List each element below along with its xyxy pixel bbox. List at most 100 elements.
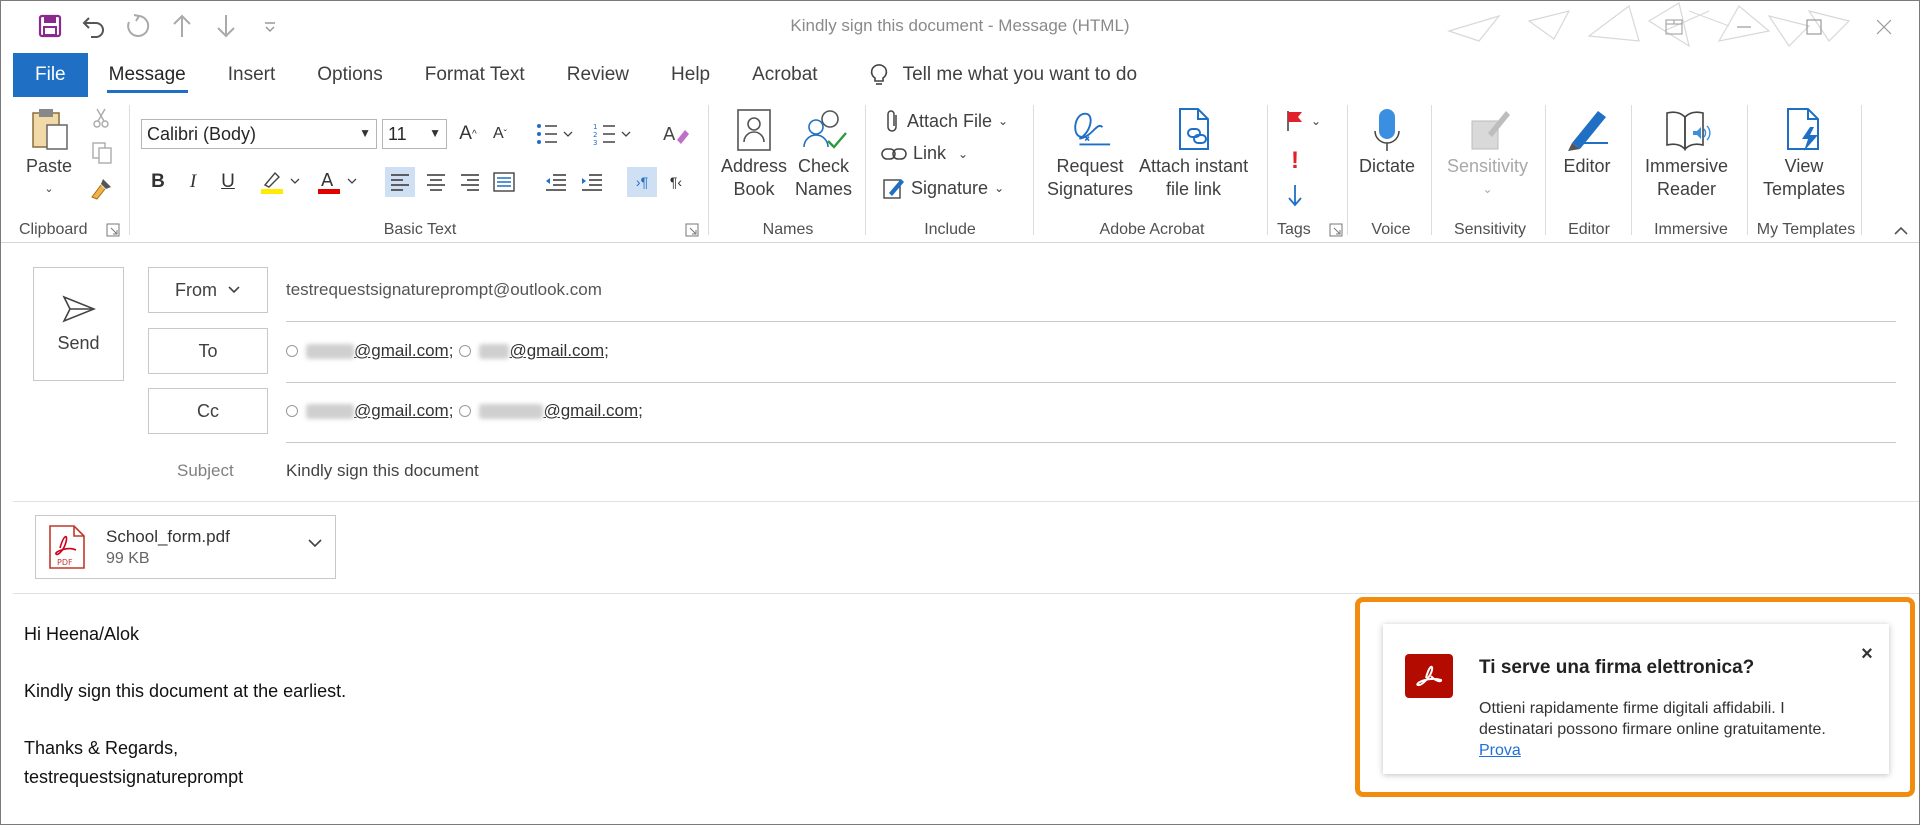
justify-icon[interactable] <box>489 167 519 197</box>
align-right-icon[interactable] <box>455 167 485 197</box>
ltr-paragraph-icon[interactable]: ›¶ <box>627 167 657 197</box>
link-label: Link <box>913 143 947 163</box>
shrink-font-icon[interactable]: Aˇ <box>485 119 515 149</box>
recipient-chip[interactable]: @gmail.com; <box>459 401 643 421</box>
rtl-paragraph-icon[interactable]: ¶‹ <box>661 167 691 197</box>
low-importance-icon[interactable] <box>1287 183 1303 207</box>
body-greeting[interactable]: Hi Heena/Alok <box>24 624 139 645</box>
attachment-card[interactable]: PDF School_form.pdf 99 KB <box>35 515 336 579</box>
address-book-button[interactable]: Address Book <box>721 107 787 201</box>
redacted-name <box>479 343 510 359</box>
editor-label: Editor <box>1563 156 1611 176</box>
copy-icon[interactable] <box>91 141 113 165</box>
minimize-icon[interactable] <box>1709 1 1779 53</box>
dialog-launcher-icon[interactable] <box>1329 223 1343 237</box>
numbering-icon[interactable]: 123 <box>591 119 635 149</box>
from-button[interactable]: From <box>148 267 268 313</box>
signature-button[interactable]: Signature ⌄ <box>883 177 1004 199</box>
body-signature[interactable]: testrequestsignatureprompt <box>24 767 243 788</box>
dictate-button[interactable]: Dictate <box>1359 107 1415 178</box>
paste-button[interactable]: Paste ⌄ <box>25 107 73 201</box>
maximize-icon[interactable] <box>1779 1 1849 53</box>
subject-input[interactable]: Kindly sign this document <box>286 461 479 481</box>
grow-font-icon[interactable]: A ^ <box>453 119 483 149</box>
decrease-indent-icon[interactable] <box>541 167 571 197</box>
dialog-launcher-icon[interactable] <box>685 223 699 237</box>
popup-close-button[interactable]: × <box>1855 642 1879 666</box>
ribbon-separator <box>1431 105 1432 235</box>
collapse-ribbon-icon[interactable] <box>1893 223 1909 239</box>
cc-field[interactable]: @gmail.com; @gmail.com; <box>286 401 649 421</box>
font-color-icon[interactable]: A <box>315 167 363 197</box>
ribbon-separator <box>865 105 866 235</box>
recipient-chip[interactable]: @gmail.com; <box>286 341 453 361</box>
check-names-button[interactable]: Check Names <box>795 107 852 201</box>
attachment-info: School_form.pdf 99 KB <box>106 527 230 568</box>
italic-button[interactable]: I <box>178 167 208 197</box>
recipient-chip[interactable]: @gmail.com; <box>459 341 609 361</box>
tab-help[interactable]: Help <box>650 53 731 97</box>
chevron-down-icon[interactable] <box>307 538 323 550</box>
align-center-icon[interactable] <box>421 167 451 197</box>
recipient-chip[interactable]: @gmail.com; <box>286 401 453 421</box>
tab-message[interactable]: Message <box>88 53 207 97</box>
paste-label: Paste <box>25 156 73 176</box>
bold-button[interactable]: B <box>143 167 173 197</box>
outlook-message-window: Kindly sign this document - Message (HTM… <box>0 0 1920 825</box>
editor-button[interactable]: Editor <box>1563 107 1611 178</box>
dialog-launcher-icon[interactable] <box>106 223 120 237</box>
adobe-esign-popup: Ti serve una firma elettronica? Ottieni … <box>1383 624 1889 774</box>
body-line[interactable]: Thanks & Regards, <box>24 738 178 759</box>
increase-indent-icon[interactable] <box>577 167 607 197</box>
bullets-icon[interactable] <box>533 119 577 149</box>
body-line[interactable]: Kindly sign this document at the earlies… <box>24 681 346 702</box>
format-painter-icon[interactable] <box>89 177 113 201</box>
cut-icon[interactable] <box>91 107 111 129</box>
sensitivity-button[interactable]: Sensitivity ⌄ <box>1447 107 1528 201</box>
to-button[interactable]: To <box>148 328 268 374</box>
attach-file-button[interactable]: Attach File ⌄ <box>885 109 1008 133</box>
ribbon-display-icon[interactable] <box>1639 1 1709 53</box>
to-field[interactable]: @gmail.com; @gmail.com; <box>286 341 615 361</box>
high-importance-icon[interactable]: ! <box>1291 147 1299 175</box>
dictate-label: Dictate <box>1359 156 1416 176</box>
redacted-name <box>306 343 354 359</box>
ribbon-tabs: File Message Insert Options Format Text … <box>13 53 1137 97</box>
send-button[interactable]: Send <box>33 267 124 381</box>
subject-label: Subject <box>177 461 234 480</box>
tab-acrobat[interactable]: Acrobat <box>731 53 838 97</box>
request-signatures-button[interactable]: Request Signatures <box>1047 107 1133 201</box>
cc-button[interactable]: Cc <box>148 388 268 434</box>
presence-icon <box>286 345 298 357</box>
view-templates-button[interactable]: View Templates <box>1763 107 1845 201</box>
immersive-reader-icon <box>1663 107 1711 153</box>
try-link[interactable]: Prova <box>1479 742 1521 759</box>
font-family-select[interactable]: Calibri (Body) ▼ <box>141 119 377 149</box>
attach-instant-label-1: Attach instant <box>1139 156 1249 176</box>
attach-instant-file-link-button[interactable]: Attach instant file link <box>1139 107 1248 201</box>
close-icon[interactable] <box>1849 1 1919 53</box>
underline-button[interactable]: U <box>213 167 243 197</box>
immersive-reader-button[interactable]: Immersive Reader <box>1645 107 1728 201</box>
highlight-color-icon[interactable] <box>258 167 306 197</box>
follow-up-flag-button[interactable]: ⌄ <box>1285 109 1321 133</box>
tab-options[interactable]: Options <box>296 53 403 97</box>
font-size-select[interactable]: 11 ▼ <box>382 119 447 149</box>
tell-me-search[interactable]: Tell me what you want to do <box>869 63 1137 87</box>
group-immersive: Immersive Reader Immersive <box>1635 101 1747 241</box>
from-label: From <box>175 279 217 300</box>
group-include: Attach File ⌄ Link ⌄ Signature ⌄ Include <box>869 101 1031 241</box>
chevron-down-icon: ⌄ <box>958 146 969 161</box>
link-button[interactable]: Link ⌄ <box>881 143 968 164</box>
svg-text:A: A <box>321 170 334 191</box>
tab-review[interactable]: Review <box>546 53 650 97</box>
adobe-acrobat-group-label: Adobe Acrobat <box>1099 221 1205 238</box>
request-signature-icon <box>1066 107 1114 153</box>
clear-formatting-icon[interactable]: A <box>661 119 691 149</box>
tab-file[interactable]: File <box>13 53 88 97</box>
align-left-icon[interactable] <box>385 167 415 197</box>
ribbon: Paste ⌄ Clipboard Calibri (Body) ▼ 11 ▼ … <box>1 97 1919 243</box>
tab-format-text[interactable]: Format Text <box>404 53 546 97</box>
signature-label: Signature <box>911 177 989 198</box>
tab-insert[interactable]: Insert <box>207 53 297 97</box>
